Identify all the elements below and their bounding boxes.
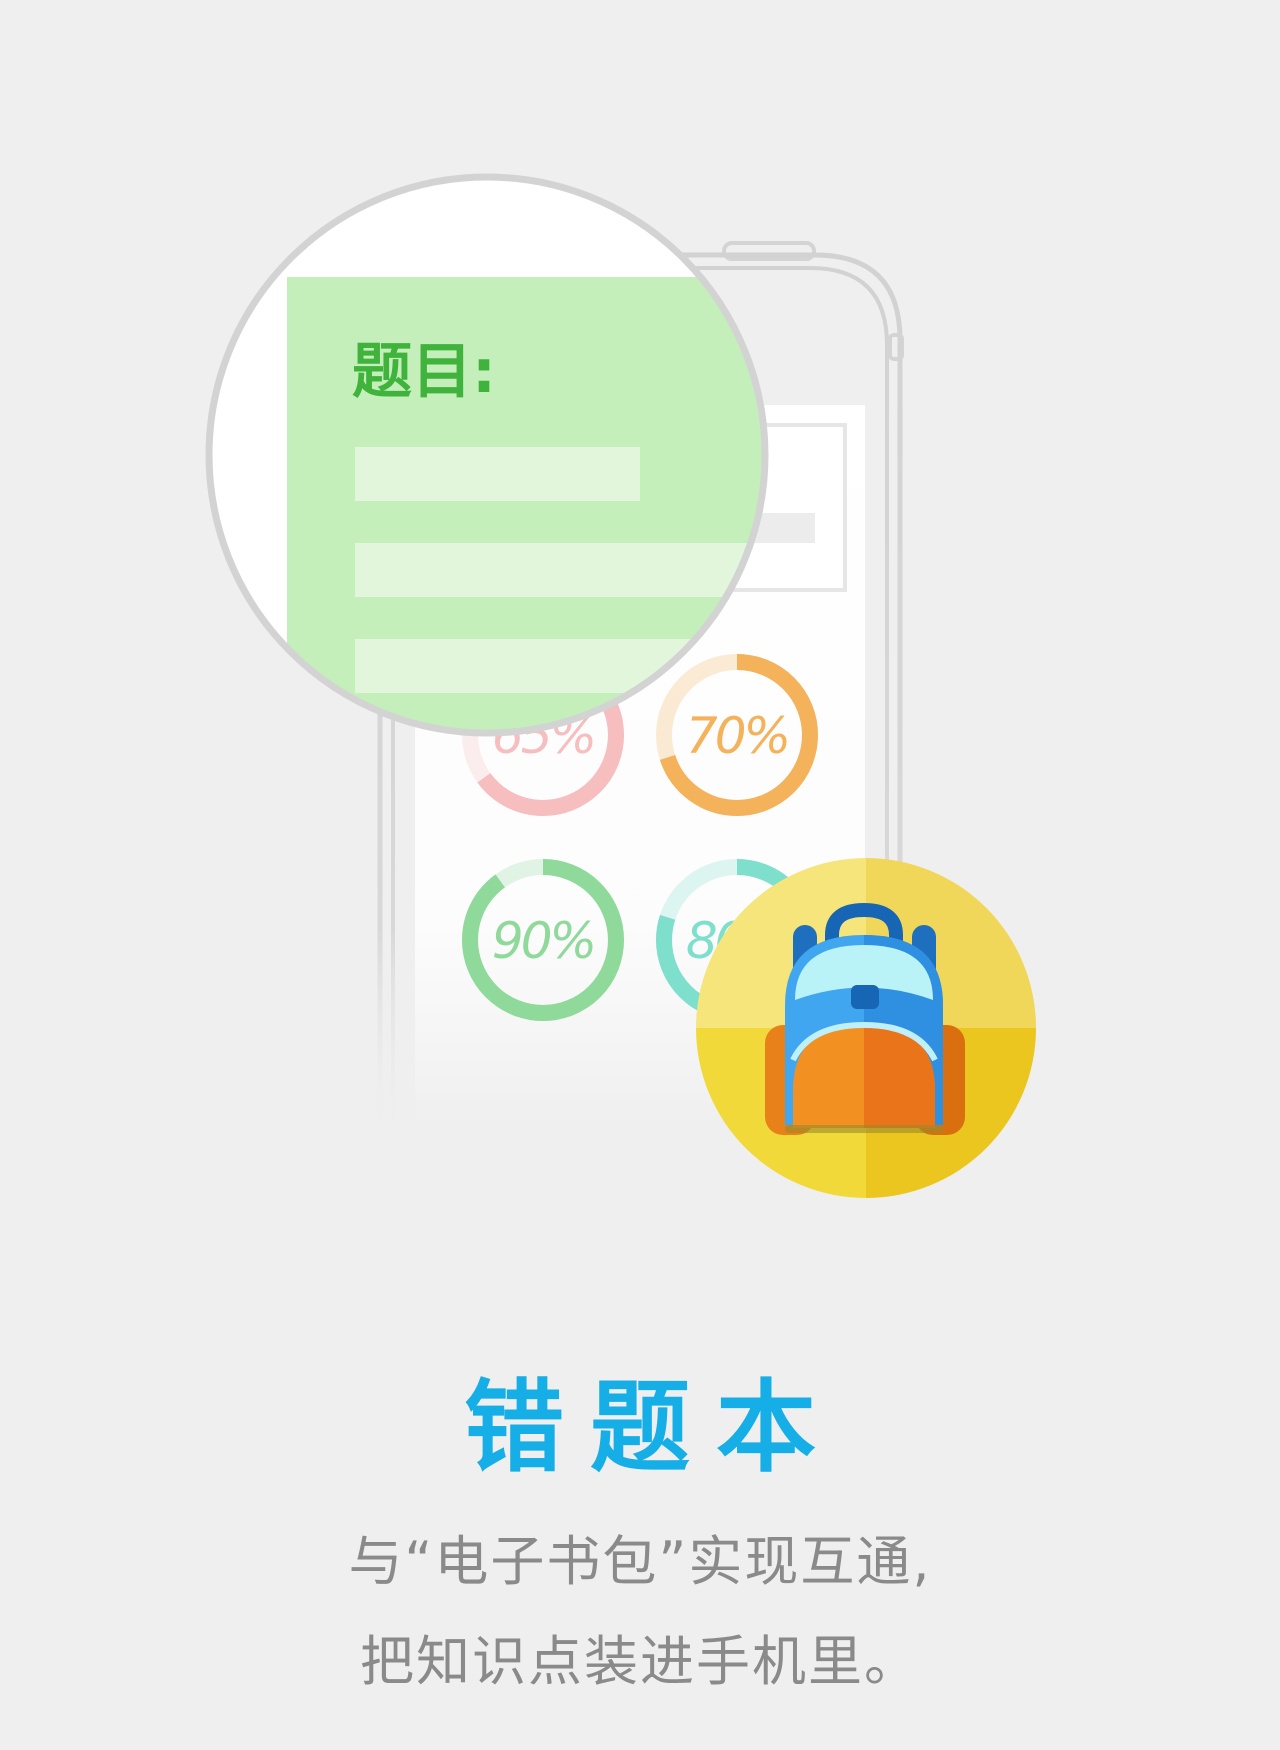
feature-title: 错题本 (464, 1369, 842, 1486)
feature-description-line-2: 把知识点装进手机里。 (360, 1630, 920, 1693)
zoomed-text-line (355, 543, 755, 597)
progress-ring-label: 90% (492, 912, 594, 970)
backpack-icon (765, 902, 965, 1135)
feature-illustration: 65%70%90%80% 题目: (205, 173, 1036, 1198)
feature-page: 65%70%90%80% 题目: (0, 0, 1280, 1750)
progress-ring-label: 70% (686, 707, 788, 765)
zoomed-text-line (355, 447, 640, 501)
backpack-badge (696, 858, 1036, 1198)
magnifier-heading: 题目: (352, 337, 496, 407)
feature-description-line-1: 与“电子书包”实现互通, (348, 1530, 932, 1593)
